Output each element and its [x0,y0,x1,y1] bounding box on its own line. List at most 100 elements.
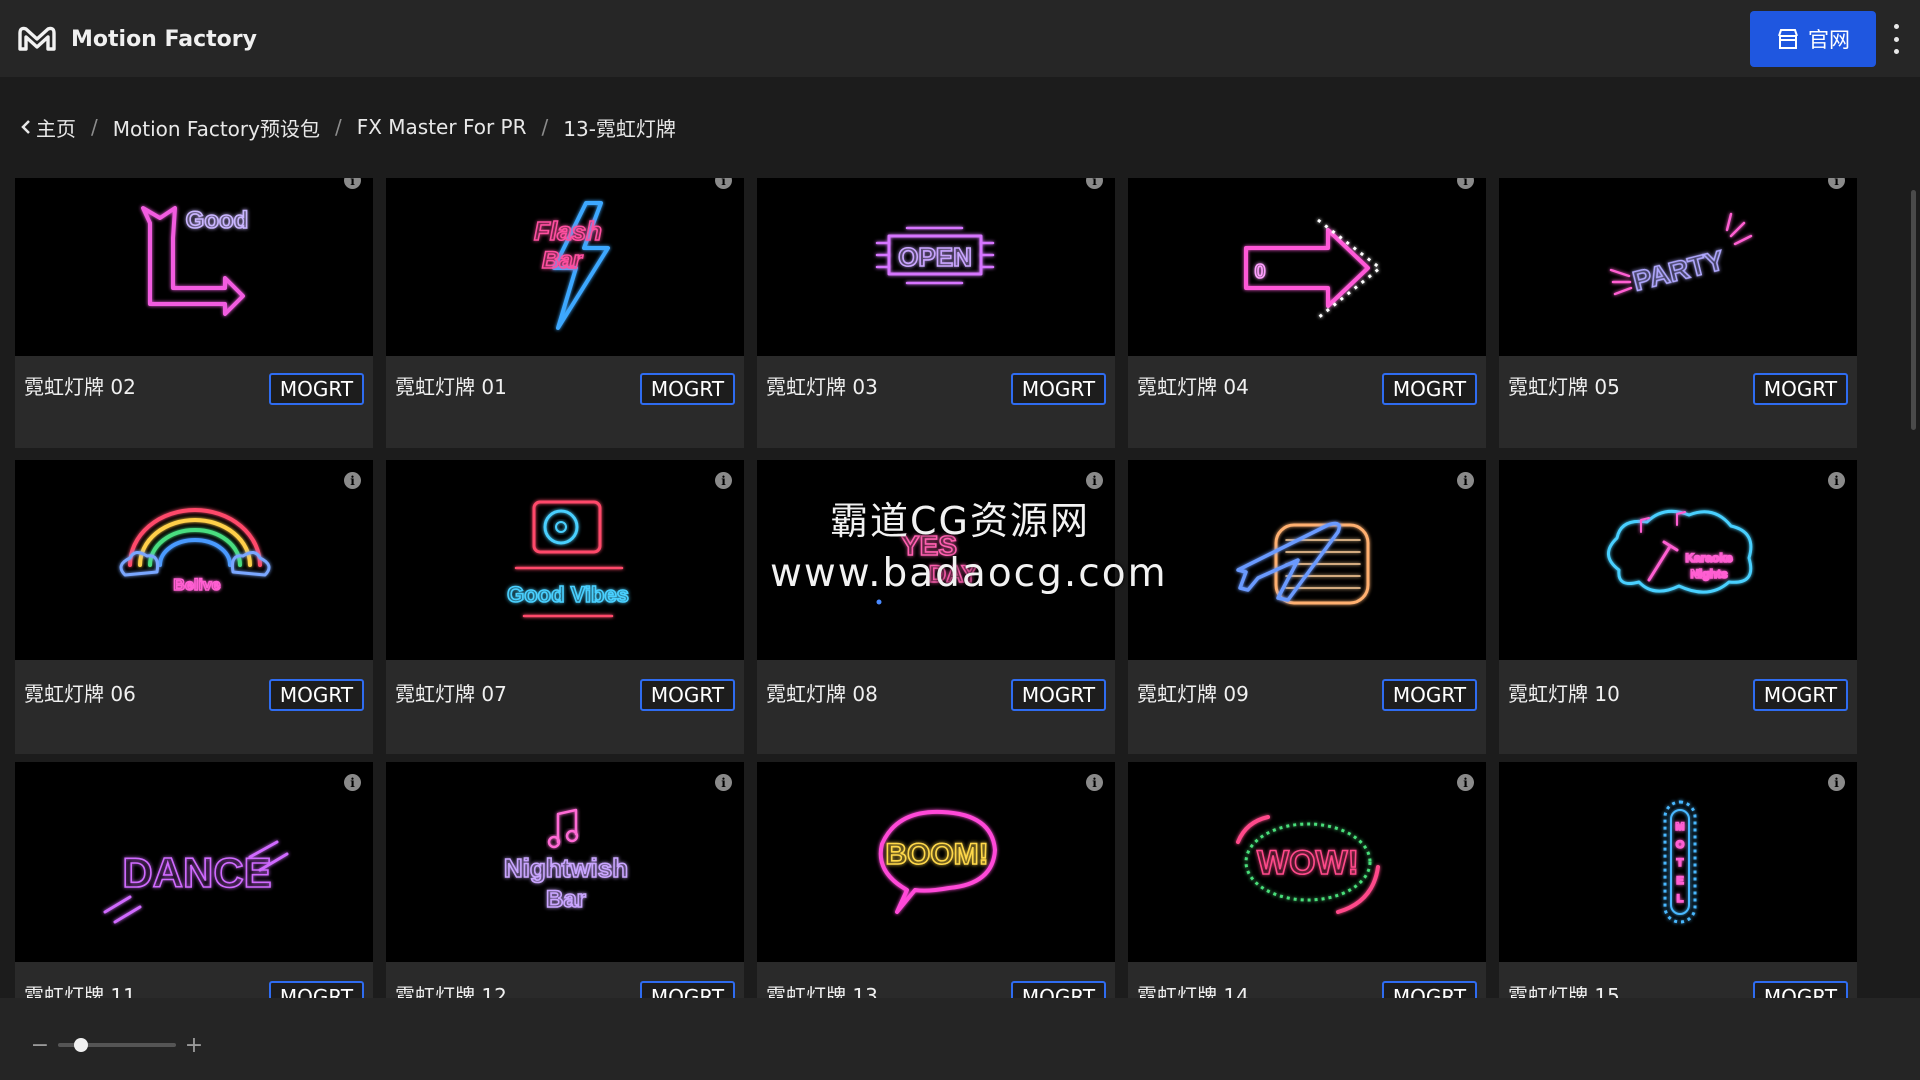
breadcrumb-current: 13-霓虹灯牌 [563,116,676,141]
mogrt-button[interactable]: MOGRT [269,679,364,711]
info-icon[interactable]: i [1086,774,1103,791]
preset-card[interactable]: 0 i 霓虹灯牌 04 MOGRT [1128,178,1486,448]
zoom-slider[interactable] [58,1038,176,1052]
svg-text:BOOM!: BOOM! [885,838,988,871]
preset-card[interactable]: Good Vibes i 霓虹灯牌 07 MOGRT [386,460,744,754]
svg-text:OPEN: OPEN [898,242,972,272]
neon-sign-preview: Good [141,206,249,316]
more-menu-icon[interactable] [1886,24,1906,54]
mogrt-button[interactable]: MOGRT [1382,679,1477,711]
preset-card[interactable]: BOOM! i 霓虹灯牌 13 MOGRT [757,762,1115,998]
preset-card[interactable]: i 霓虹灯牌 09 MOGRT [1128,460,1486,754]
svg-text:T: T [1677,857,1684,869]
preset-thumbnail[interactable]: Good [15,178,373,356]
svg-text:Nights: Nights [1690,567,1728,581]
info-icon[interactable]: i [1828,774,1845,791]
mogrt-button[interactable]: MOGRT [640,679,735,711]
preset-card[interactable]: Karaoke Nights i 霓虹灯牌 10 MOGRT [1499,460,1857,754]
svg-text:Good Vibes: Good Vibes [507,582,629,607]
svg-text:E: E [1676,875,1683,887]
preset-card[interactable]: PARTY i 霓虹灯牌 05 MOGRT [1499,178,1857,448]
preset-thumbnail[interactable]: BOOM! [757,762,1115,962]
preset-thumbnail[interactable] [1128,460,1486,660]
preset-title: 霓虹灯牌 09 [1137,682,1249,706]
preset-thumbnail[interactable]: Good Vibes [386,460,744,660]
info-icon[interactable]: i [1457,472,1474,489]
svg-text:Flash: Flash [534,216,602,246]
mogrt-button[interactable]: MOGRT [1011,373,1106,405]
preset-thumbnail[interactable]: OPEN [757,178,1115,356]
bottom-bar [0,998,1920,1080]
preset-card[interactable]: OPEN i 霓虹灯牌 03 MOGRT [757,178,1115,448]
preset-title: 霓虹灯牌 10 [1508,682,1620,706]
neon-sign-preview: WOW! [1236,815,1380,914]
breadcrumb-preset-pack[interactable]: Motion Factory预设包 [113,113,320,142]
svg-text:Bar: Bar [542,247,584,274]
preset-card[interactable]: Belive i 霓虹灯牌 06 MOGRT [15,460,373,754]
mogrt-button[interactable]: MOGRT [1011,679,1106,711]
preset-card[interactable]: WOW! i 霓虹灯牌 14 MOGRT [1128,762,1486,998]
preset-card[interactable]: Flash Bar i 霓虹灯牌 01 MOGRT [386,178,744,448]
info-icon[interactable]: i [344,774,361,791]
preset-card[interactable]: Good i 霓虹灯牌 02 MOGRT [15,178,373,448]
watermark: 霸道CG资源网 www.badaocg.com [770,490,1166,596]
neon-sign-preview: MOTEL [1663,800,1697,924]
zoom-in-button[interactable]: + [184,1033,204,1058]
info-icon[interactable]: i [715,472,732,489]
store-icon [1778,29,1798,49]
neon-sign-preview: Good Vibes [506,500,630,618]
svg-text:PARTY: PARTY [1630,244,1728,297]
info-icon[interactable]: i [1086,472,1103,489]
preset-thumbnail[interactable]: PARTY [1499,178,1857,356]
preset-thumbnail[interactable]: 0 [1128,178,1486,356]
mogrt-button[interactable]: MOGRT [640,981,735,998]
breadcrumb-home-label: 主页 [36,116,76,141]
svg-text:WOW!: WOW! [1257,844,1359,882]
preset-title: 霓虹灯牌 04 [1137,375,1249,399]
preset-thumbnail[interactable]: MOTEL [1499,762,1857,962]
preset-title: 霓虹灯牌 02 [24,375,136,399]
mogrt-button[interactable]: MOGRT [269,373,364,405]
svg-text:M: M [1675,821,1684,833]
svg-text:Bar: Bar [546,886,586,913]
neon-sign-preview: Belive [119,508,271,595]
mogrt-button[interactable]: MOGRT [1753,373,1848,405]
info-icon[interactable]: i [715,774,732,791]
app-name: Motion Factory [71,26,257,52]
preset-card[interactable]: MOTEL i 霓虹灯牌 15 MOGRT [1499,762,1857,998]
breadcrumb-home[interactable]: 主页 [20,113,76,142]
preset-thumbnail[interactable]: Belive [15,460,373,660]
preset-thumbnail[interactable]: WOW! [1128,762,1486,962]
preset-title: 霓虹灯牌 03 [766,375,878,399]
zoom-control: − + [30,1033,204,1058]
official-site-button[interactable]: 官网 [1750,11,1876,67]
svg-text:Nightwish: Nightwish [504,853,628,883]
scrollbar[interactable] [1911,190,1916,430]
brand[interactable]: Motion Factory [17,20,257,58]
mogrt-button[interactable]: MOGRT [1753,981,1848,998]
mogrt-button[interactable]: MOGRT [1382,373,1477,405]
breadcrumb-fx-master[interactable]: FX Master For PR [357,115,527,139]
preset-thumbnail[interactable]: Flash Bar [386,178,744,356]
mogrt-button[interactable]: MOGRT [1382,981,1477,998]
mogrt-button[interactable]: MOGRT [269,981,364,998]
chevron-left-icon [21,120,30,134]
mogrt-button[interactable]: MOGRT [1011,981,1106,998]
preset-card[interactable]: Nightwish Bar i 霓虹灯牌 12 MOGRT [386,762,744,998]
mogrt-button[interactable]: MOGRT [1753,679,1848,711]
zoom-slider-handle[interactable] [73,1038,88,1052]
preset-thumbnail[interactable]: Karaoke Nights [1499,460,1857,660]
preset-card[interactable]: DANCE i 霓虹灯牌 11 MOGRT [15,762,373,998]
svg-text:Belive: Belive [173,577,220,594]
zoom-out-button[interactable]: − [30,1033,50,1058]
info-icon[interactable]: i [344,472,361,489]
preset-thumbnail[interactable]: Nightwish Bar [386,762,744,962]
mogrt-button[interactable]: MOGRT [640,373,735,405]
preset-thumbnail[interactable]: DANCE [15,762,373,962]
info-icon[interactable]: i [1457,774,1474,791]
neon-sign-preview: OPEN [875,226,995,285]
info-icon[interactable]: i [1828,472,1845,489]
preset-title: 霓虹灯牌 01 [395,375,507,399]
neon-sign-preview: FlashBar [533,201,610,330]
svg-text:0: 0 [1254,261,1265,283]
